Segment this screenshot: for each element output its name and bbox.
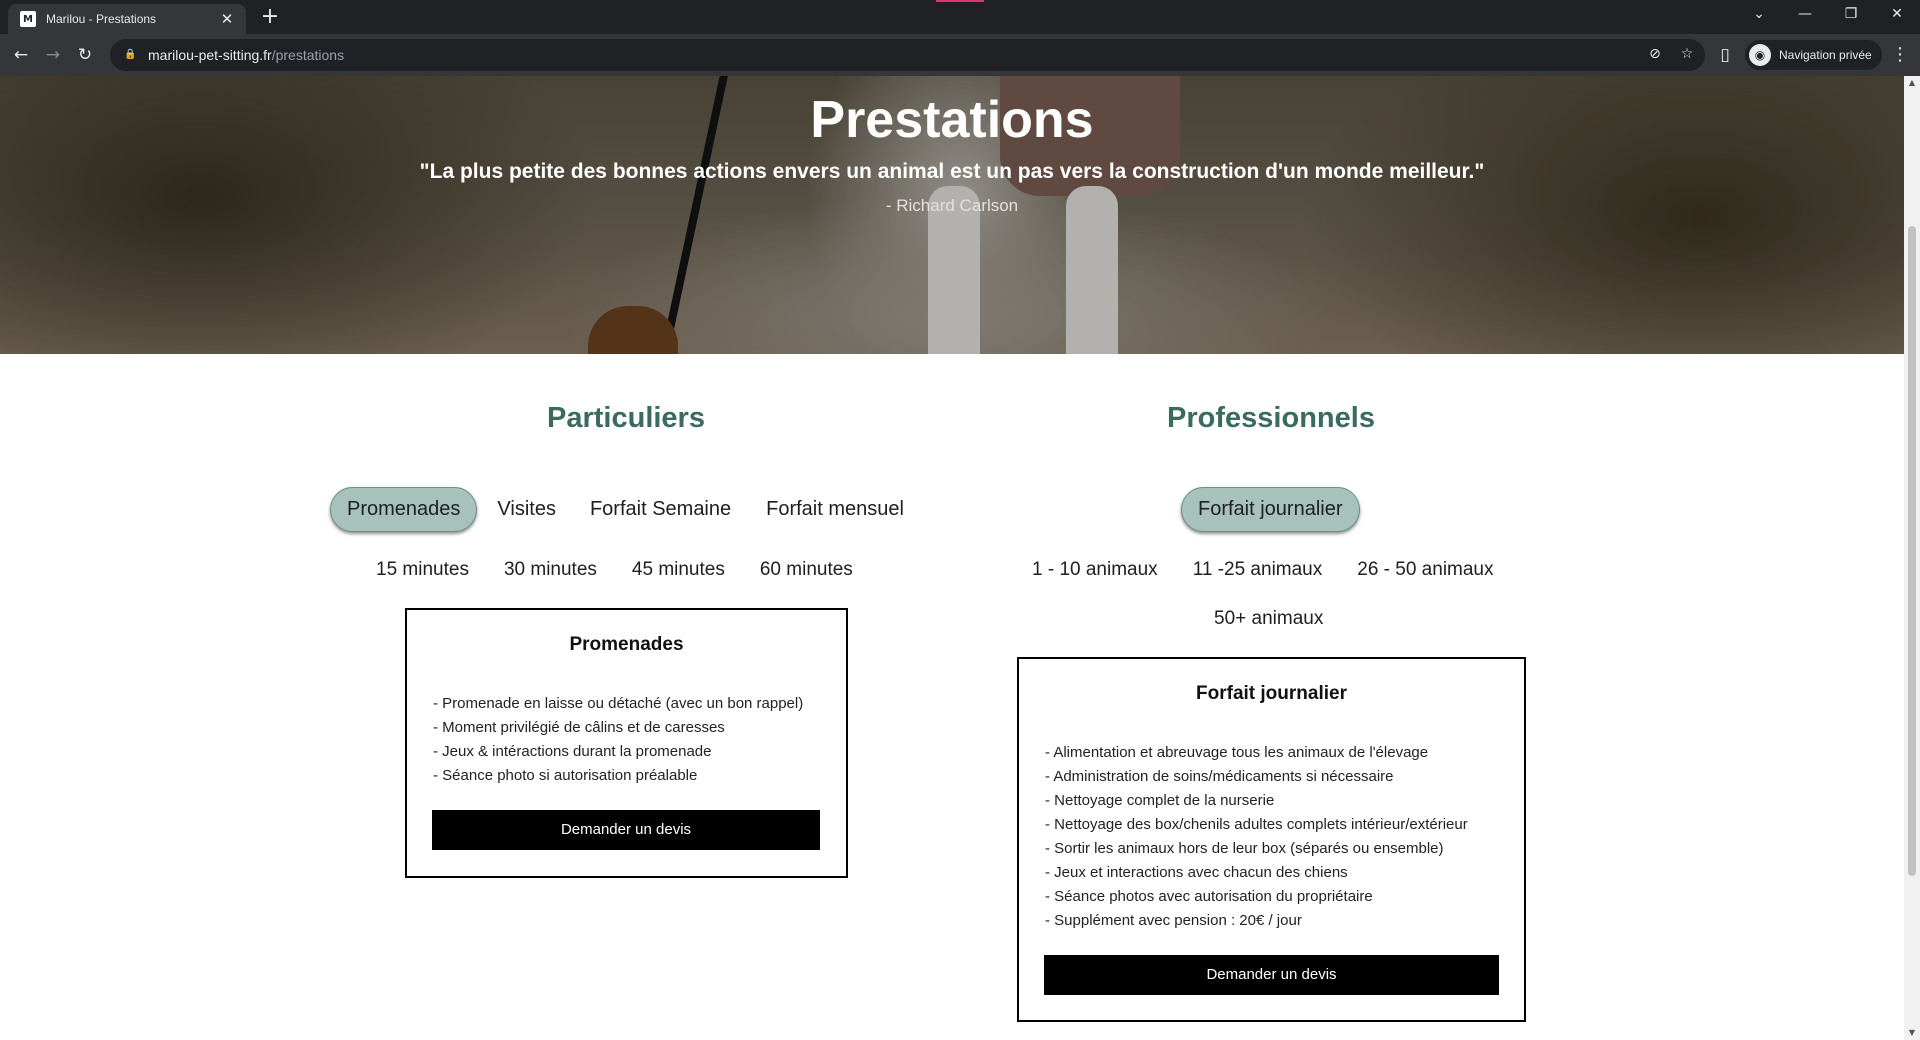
hero-quote: "La plus petite des bonnes actions enver…: [419, 160, 1485, 183]
profile-label: Navigation privée: [1779, 48, 1872, 62]
list-item: - Nettoyage complet de la nurserie: [1045, 792, 1275, 809]
scroll-down-arrow-icon[interactable]: ▼: [1904, 1026, 1920, 1040]
browser-toolbar: ← → ↻ 🔒 marilou-pet-sitting.fr/prestatio…: [0, 34, 1920, 76]
hero-banner: Prestations "La plus petite des bonnes a…: [0, 76, 1904, 354]
incognito-icon: ◉: [1749, 44, 1771, 66]
duration-45[interactable]: 45 minutes: [632, 559, 725, 581]
lock-icon[interactable]: 🔒: [124, 49, 136, 61]
list-item: - Jeux et interactions avec chacun des c…: [1045, 864, 1348, 881]
promenades-feature-list: - Promenade en laisse ou détaché (avec u…: [433, 692, 803, 788]
site-favicon-icon: M: [20, 11, 36, 27]
list-item: - Séance photo si autorisation préalable: [433, 767, 698, 784]
duration-15[interactable]: 15 minutes: [376, 559, 469, 581]
tab-close-icon[interactable]: ✕: [218, 10, 236, 28]
tab-forfait-mensuel[interactable]: Forfait mensuel: [750, 488, 920, 531]
arrow-left-icon[interactable]: ←: [8, 42, 34, 68]
forfait-journalier-card: Forfait journalier - Alimentation et abr…: [1017, 657, 1526, 1022]
tab-promenades[interactable]: Promenades: [330, 487, 478, 532]
list-item: - Jeux & intéractions durant la promenad…: [433, 743, 712, 760]
forfait-journalier-card-title: Forfait journalier: [1196, 683, 1347, 704]
promenades-card: Promenades - Promenade en laisse ou déta…: [405, 608, 848, 878]
page-scrollbar[interactable]: ▲ ▼: [1904, 76, 1920, 1040]
list-item: - Sortir les animaux hors de leur box (s…: [1045, 840, 1444, 857]
url-path: /prestations: [271, 47, 345, 63]
particuliers-quote-button[interactable]: Demander un devis: [432, 810, 820, 850]
list-item: - Promenade en laisse ou détaché (avec u…: [433, 695, 804, 712]
window-close-icon[interactable]: ✕: [1874, 0, 1920, 30]
list-item: - Nettoyage des box/chenils adultes comp…: [1045, 816, 1468, 833]
arrow-right-icon[interactable]: →: [40, 42, 66, 68]
scroll-up-arrow-icon[interactable]: ▲: [1904, 76, 1920, 90]
incognito-profile-button[interactable]: ◉ Navigation privée: [1745, 40, 1882, 70]
side-panel-icon[interactable]: ▯: [1712, 42, 1738, 68]
page-title: Prestations: [810, 91, 1094, 149]
window-minimize-icon[interactable]: —: [1782, 0, 1828, 30]
tab-strip-accent: [936, 0, 984, 2]
address-bar[interactable]: 🔒 marilou-pet-sitting.fr/prestations ⊘ ☆: [110, 39, 1705, 71]
list-item: - Séance photos avec autorisation du pro…: [1045, 888, 1373, 905]
tab-search-chevron-icon[interactable]: ⌄: [1736, 0, 1782, 30]
promenades-card-title: Promenades: [569, 634, 684, 655]
tab-title: Marilou - Prestations: [46, 12, 157, 26]
animal-count-options-row2: 50+ animaux: [1214, 608, 1323, 630]
browser-tab-strip: M Marilou - Prestations ✕ + ⌄ — ❐ ✕: [0, 0, 1920, 34]
size-11-25[interactable]: 11 -25 animaux: [1193, 559, 1323, 581]
tab-forfait-journalier[interactable]: Forfait journalier: [1181, 487, 1360, 532]
window-restore-icon[interactable]: ❐: [1828, 0, 1874, 30]
particuliers-heading: Particuliers: [547, 402, 705, 434]
professionnels-tabs: Forfait journalier: [1181, 487, 1360, 532]
duration-60[interactable]: 60 minutes: [760, 559, 853, 581]
tab-visites[interactable]: Visites: [481, 488, 572, 531]
scrollbar-thumb[interactable]: [1908, 226, 1916, 876]
size-26-50[interactable]: 26 - 50 animaux: [1357, 559, 1493, 581]
reload-icon[interactable]: ↻: [72, 42, 98, 68]
url-text: marilou-pet-sitting.fr/prestations: [148, 47, 344, 63]
eye-off-icon[interactable]: ⊘: [1646, 46, 1664, 64]
list-item: - Administration de soins/médicaments si…: [1045, 768, 1394, 785]
more-vert-icon[interactable]: ⋮: [1890, 42, 1910, 68]
animal-count-options: 1 - 10 animaux 11 -25 animaux 26 - 50 an…: [1032, 559, 1494, 581]
professionnels-heading: Professionnels: [1167, 402, 1375, 434]
duration-30[interactable]: 30 minutes: [504, 559, 597, 581]
particuliers-tabs: Promenades Visites Forfait Semaine Forfa…: [330, 487, 920, 532]
size-50-plus[interactable]: 50+ animaux: [1214, 608, 1323, 630]
list-item: - Moment privilégié de câlins et de care…: [433, 719, 725, 736]
size-1-10[interactable]: 1 - 10 animaux: [1032, 559, 1158, 581]
hero-quote-author: - Richard Carlson: [885, 196, 1019, 215]
list-item: - Alimentation et abreuvage tous les ani…: [1045, 744, 1429, 761]
url-host: marilou-pet-sitting.fr: [148, 47, 272, 63]
new-tab-plus-icon[interactable]: +: [258, 5, 282, 29]
forfait-journalier-feature-list: - Alimentation et abreuvage tous les ani…: [1045, 741, 1468, 933]
tab-forfait-semaine[interactable]: Forfait Semaine: [574, 488, 747, 531]
list-item: - Supplément avec pension : 20€ / jour: [1045, 912, 1302, 929]
browser-tab-active[interactable]: M Marilou - Prestations ✕: [8, 4, 246, 34]
duration-options: 15 minutes 30 minutes 45 minutes 60 minu…: [376, 559, 853, 581]
page-viewport: Prestations "La plus petite des bonnes a…: [0, 76, 1904, 1040]
star-icon[interactable]: ☆: [1678, 46, 1696, 64]
professionnels-quote-button[interactable]: Demander un devis: [1044, 955, 1499, 995]
